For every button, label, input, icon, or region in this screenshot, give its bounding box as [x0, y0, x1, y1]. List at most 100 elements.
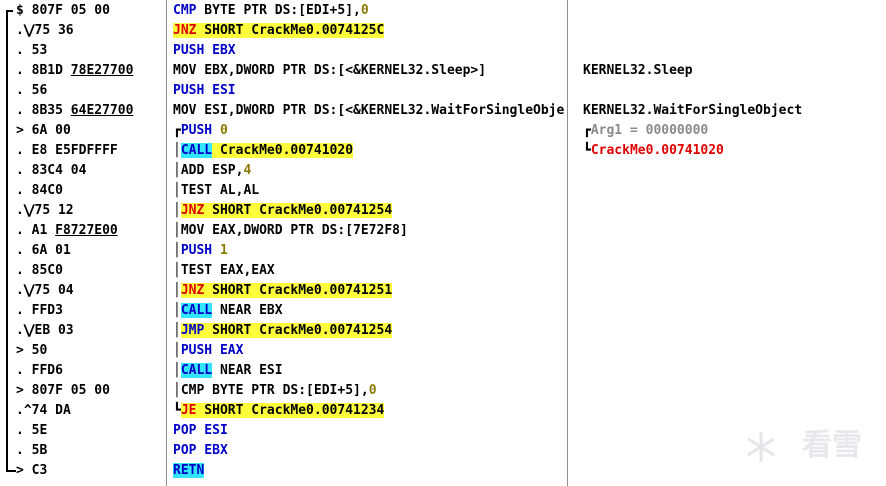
- hex-bytes-text: . 5E: [16, 423, 48, 438]
- comment: ┏Arg1 = 00000000: [583, 121, 708, 141]
- hex-bytes: . 8B35 64E27700: [16, 101, 133, 121]
- mnemonic: MOV: [180, 223, 205, 238]
- hex-address-operand: F8727E00: [55, 223, 118, 238]
- call-bracket-line: │: [173, 203, 181, 218]
- instruction: ┏PUSH 0: [173, 121, 565, 141]
- call-bracket-line: │: [173, 383, 181, 398]
- hex-address-operand: 78E27700: [70, 63, 134, 78]
- operand: EAX: [212, 343, 244, 358]
- instruction: │PUSH 1: [173, 241, 565, 261]
- disassembly-row[interactable]: . FFD3 │CALL NEAR EBX: [0, 301, 886, 321]
- operand: SHORT CrackMe0.00741254: [204, 203, 393, 218]
- hex-bytes: . E8 E5FDFFFF: [16, 141, 118, 161]
- hex-bytes-text: $ 807F 05 00: [16, 3, 110, 18]
- hex-bytes-text: > C3: [16, 463, 48, 478]
- hex-bytes-text: . 8B1D: [16, 63, 71, 78]
- operand: BYTE PTR DS:[EDI+5],: [204, 383, 369, 398]
- hex-bytes: . 56: [16, 81, 47, 101]
- immediate-value: 1: [219, 243, 228, 258]
- disassembly-row[interactable]: > 50 │PUSH EAX: [0, 341, 886, 361]
- hex-bytes: > 807F 05 00: [16, 381, 110, 401]
- mnemonic: JMP: [180, 323, 205, 338]
- hex-bytes: $ 807F 05 00: [16, 1, 110, 21]
- hex-bytes-text: . E8 E5FDFFFF: [16, 143, 118, 158]
- hex-bytes-text: . A1: [16, 223, 56, 238]
- comment: KERNEL32.Sleep: [583, 61, 693, 81]
- hex-bytes: .⋁75 12: [16, 201, 74, 221]
- disassembly-row[interactable]: .⋁75 04 │JNZ SHORT CrackMe0.00741251: [0, 281, 886, 301]
- hex-bytes: > 6A 00: [16, 121, 71, 141]
- operand: ESI,DWORD PTR DS:[<&KERNEL32.WaitForSing…: [196, 103, 565, 118]
- instruction: │CALL NEAR EBX: [173, 301, 565, 321]
- disassembly-row[interactable]: . A1 F8727E00 │MOV EAX,DWORD PTR DS:[7E72…: [0, 221, 886, 241]
- disassembly-row[interactable]: > C3 RETN: [0, 461, 886, 481]
- comment-text: KERNEL32.Sleep: [583, 63, 693, 78]
- operand: EBX,DWORD PTR DS:[<&KERNEL32.Sleep>]: [196, 63, 487, 78]
- disassembly-row[interactable]: . 85C0 │TEST EAX,EAX: [0, 261, 886, 281]
- instruction: │CALL NEAR ESI: [173, 361, 565, 381]
- disassembly-row[interactable]: . 6A 01 │PUSH 1: [0, 241, 886, 261]
- mnemonic: CALL: [180, 303, 213, 318]
- disassembly-row[interactable]: .⋁EB 03 │JMP SHORT CrackMe0.00741254: [0, 321, 886, 341]
- disassembly-row[interactable]: . 84C0 │TEST AL,AL: [0, 181, 886, 201]
- snowflake-icon: [747, 432, 775, 462]
- instruction: MOV ESI,DWORD PTR DS:[<&KERNEL32.WaitFor…: [173, 101, 565, 121]
- mnemonic: MOV: [173, 103, 197, 118]
- operand: EAX,EAX: [212, 263, 275, 278]
- instruction: │PUSH EAX: [173, 341, 565, 361]
- operand: ESP,: [204, 163, 244, 178]
- hex-bytes: .⋁75 04: [16, 281, 74, 301]
- mnemonic: POP: [173, 443, 197, 458]
- hex-bytes-text: > 807F 05 00: [16, 383, 110, 398]
- instruction: │MOV EAX,DWORD PTR DS:[7E72F8]: [173, 221, 565, 241]
- disassembly-row[interactable]: > 807F 05 00 │CMP BYTE PTR DS:[EDI+5],0: [0, 381, 886, 401]
- hex-bytes: . FFD3: [16, 301, 63, 321]
- hex-bytes-text: . 5B: [16, 443, 48, 458]
- comment: ┗CrackMe0.00741020: [583, 141, 724, 161]
- disassembly-row[interactable]: . 8B1D 78E27700 MOV EBX,DWORD PTR DS:[<&K…: [0, 61, 886, 81]
- disassembly-row[interactable]: . 83C4 04 │ADD ESP,4: [0, 161, 886, 181]
- instruction: MOV EBX,DWORD PTR DS:[<&KERNEL32.Sleep>]: [173, 61, 565, 81]
- disassembly-rows: $ 807F 05 00 CMP BYTE PTR DS:[EDI+5],0 .⋁7…: [0, 1, 886, 481]
- operand: BYTE PTR DS:[EDI+5],: [196, 3, 361, 18]
- operand: AL,AL: [212, 183, 260, 198]
- instruction: POP ESI: [173, 421, 565, 441]
- comment-text: Arg1 = 00000000: [590, 123, 709, 138]
- call-bracket-line: │: [173, 343, 181, 358]
- disassembly-view[interactable]: $ 807F 05 00 CMP BYTE PTR DS:[EDI+5],0 .⋁7…: [0, 0, 886, 486]
- hex-bytes: . 6A 01: [16, 241, 71, 261]
- call-bracket-line: │: [173, 163, 181, 178]
- hex-bytes: . 53: [16, 41, 47, 61]
- disassembly-row[interactable]: .⋁75 12 │JNZ SHORT CrackMe0.00741254: [0, 201, 886, 221]
- disassembly-row[interactable]: . 53 PUSH EBX: [0, 41, 886, 61]
- immediate-value: 4: [243, 163, 252, 178]
- hex-bytes-text: . 6A 01: [16, 243, 71, 258]
- disassembly-row[interactable]: . E8 E5FDFFFF │CALL CrackMe0.00741020 ┗Cra…: [0, 141, 886, 161]
- instruction: JNZ SHORT CrackMe0.0074125C: [173, 21, 565, 41]
- disassembly-row[interactable]: .^74 DA ┗JE SHORT CrackMe0.00741234: [0, 401, 886, 421]
- hex-bytes: . 84C0: [16, 181, 63, 201]
- mnemonic: PUSH: [180, 343, 213, 358]
- hex-bytes-text: . 56: [16, 83, 48, 98]
- disassembly-row[interactable]: .⋁75 36 JNZ SHORT CrackMe0.0074125C: [0, 21, 886, 41]
- hex-bytes: . 5E: [16, 421, 47, 441]
- hex-address-operand: 64E27700: [70, 103, 134, 118]
- hex-bytes-text: .⋁75 12: [16, 203, 74, 218]
- mnemonic: PUSH: [173, 43, 205, 58]
- hex-bytes: .⋁75 36: [16, 21, 74, 41]
- disassembly-row[interactable]: . 8B35 64E27700 MOV ESI,DWORD PTR DS:[<&K…: [0, 101, 886, 121]
- hex-bytes: .^74 DA: [16, 401, 71, 421]
- disassembly-row[interactable]: . FFD6 │CALL NEAR ESI: [0, 361, 886, 381]
- operand: [212, 243, 220, 258]
- instruction: │CMP BYTE PTR DS:[EDI+5],0: [173, 381, 565, 401]
- call-bracket-line: │: [173, 143, 181, 158]
- mnemonic: JNZ: [173, 23, 197, 38]
- disassembly-row[interactable]: . 56 PUSH ESI: [0, 81, 886, 101]
- immediate-value: 0: [360, 3, 369, 18]
- disassembly-row[interactable]: $ 807F 05 00 CMP BYTE PTR DS:[EDI+5],0: [0, 1, 886, 21]
- hex-bytes-text: .⋁75 04: [16, 283, 74, 298]
- mnemonic: CMP: [173, 3, 197, 18]
- hex-bytes-text: .⋁75 36: [16, 23, 74, 38]
- disassembly-row[interactable]: > 6A 00 ┏PUSH 0 ┏Arg1 = 00000000: [0, 121, 886, 141]
- call-bracket-line: │: [173, 363, 181, 378]
